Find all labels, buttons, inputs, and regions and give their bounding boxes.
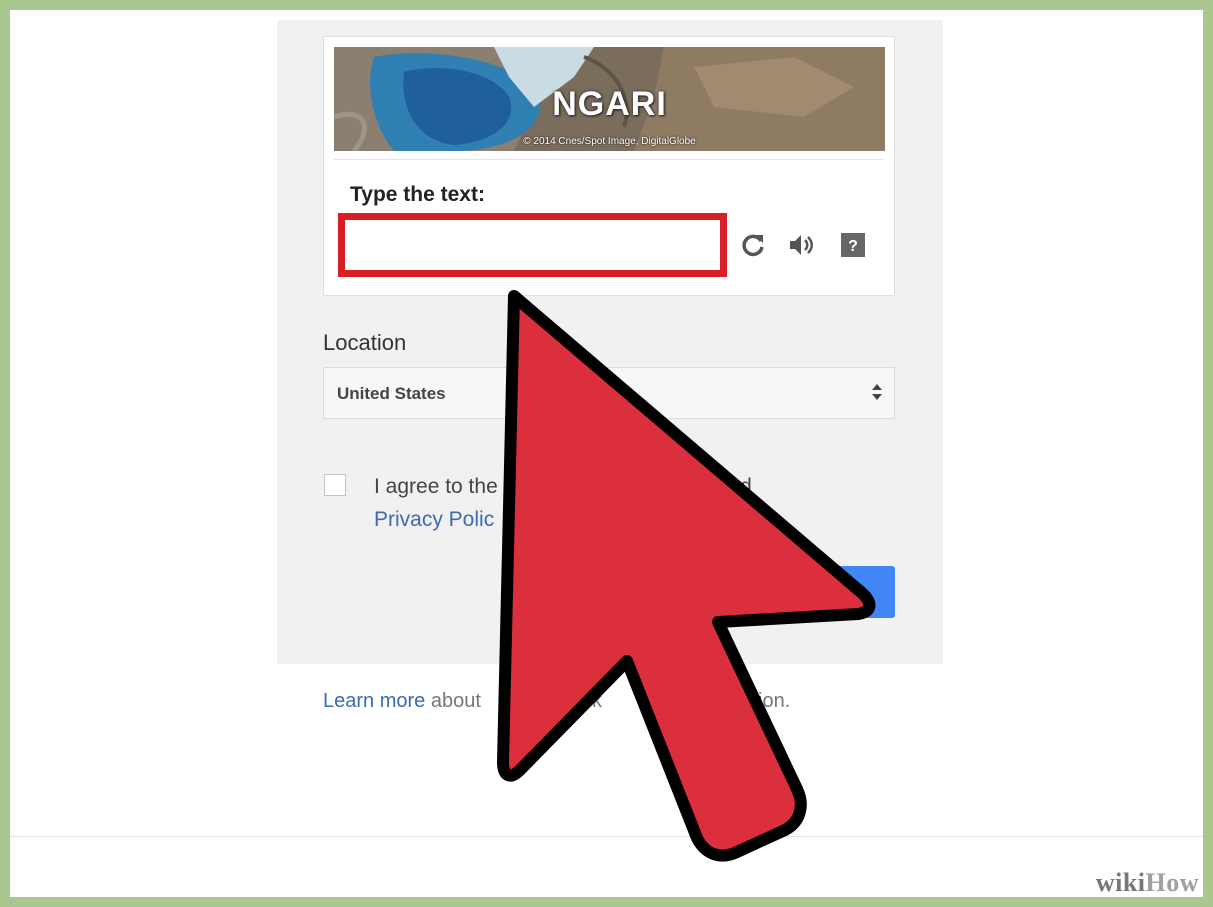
next-step-button[interactable]: [800, 566, 895, 618]
wikihow-watermark: wikiHow: [1096, 868, 1199, 898]
wikihow-how: How: [1145, 868, 1199, 897]
captcha-image: NGARI © 2014 Cnes/Spot Image, DigitalGlo…: [334, 47, 885, 151]
terms-prefix: I agree to the: [374, 475, 498, 498]
svg-text:?: ?: [848, 238, 858, 255]
learn-ask: ask: [570, 690, 603, 712]
help-icon[interactable]: ?: [836, 228, 870, 262]
refresh-icon[interactable]: [736, 228, 770, 262]
captcha-credit: © 2014 Cnes/Spot Image, DigitalGlobe: [523, 136, 696, 147]
location-selected: United States: [337, 384, 446, 403]
speaker-icon[interactable]: [784, 228, 818, 262]
captcha-box: NGARI © 2014 Cnes/Spot Image, DigitalGlo…: [323, 36, 895, 296]
updown-icon: [872, 384, 882, 400]
learn-about: about: [430, 690, 481, 712]
captcha-prompt: Type the text:: [350, 183, 485, 206]
divider: [10, 836, 1203, 837]
learn-more-text: Learn more about ask rmation.: [323, 690, 790, 713]
terms-of-service-link[interactable]: vice: [674, 475, 711, 498]
wikihow-wiki: wiki: [1095, 868, 1146, 897]
captcha-divider: [334, 159, 884, 160]
terms-checkbox[interactable]: [324, 474, 346, 496]
terms-text: I agree to the vice and Privacy Polic: [374, 470, 854, 536]
learn-more-link[interactable]: Learn more: [323, 690, 425, 712]
privacy-policy-link[interactable]: Privacy Polic: [374, 508, 494, 531]
captcha-input[interactable]: [338, 213, 727, 277]
learn-end: rmation.: [718, 690, 791, 712]
location-select[interactable]: United States: [323, 367, 895, 419]
captcha-word: NGARI: [552, 85, 667, 123]
location-label: Location: [323, 330, 407, 355]
terms-and: and: [716, 475, 752, 498]
